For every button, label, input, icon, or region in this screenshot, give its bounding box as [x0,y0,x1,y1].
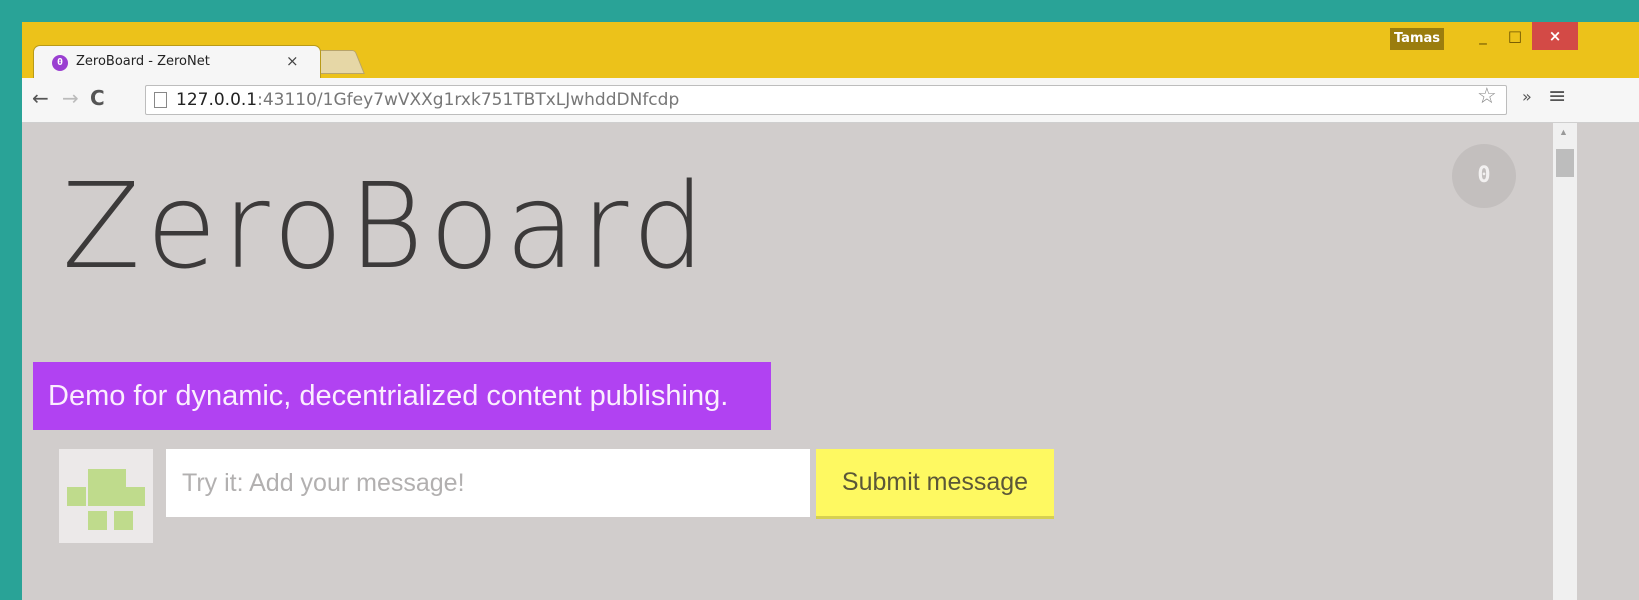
url-path: :43110/1Gfey7wVXXg1rxk751TBTxLJwhddDNfcd… [257,90,680,110]
zeronet-favicon-icon: 0 [52,55,68,71]
page-icon [154,92,167,108]
notification-counter[interactable]: 0 [1452,144,1516,208]
avatar-pixel [126,487,145,506]
tab-zeroboard[interactable]: 0 ZeroBoard - ZeroNet × [34,46,320,79]
forward-icon[interactable]: → [62,86,79,110]
avatar-pixel [114,511,133,530]
site-logo: ZeroBoard [62,157,711,295]
profile-button[interactable]: Tamas [1390,28,1444,50]
avatar-pixel [107,469,126,488]
tab-close-icon[interactable]: × [286,52,299,70]
site-tagline: Demo for dynamic, decentrialized content… [33,362,771,430]
tab-title: ZeroBoard - ZeroNet [76,54,210,69]
close-window-button[interactable]: × [1532,22,1578,50]
minimize-button[interactable]: _ [1468,22,1498,50]
scroll-up-arrow-icon[interactable]: ▲ [1559,127,1568,137]
avatar-pixel [88,511,107,530]
title-bar: 0 ZeroBoard - ZeroNet × Tamas _ □ × [22,22,1639,79]
browser-toolbar: ← → C 127.0.0.1:43110/1Gfey7wVXXg1rxk751… [22,78,1639,123]
submit-message-button[interactable]: Submit message [816,449,1054,519]
scroll-thumb[interactable] [1556,149,1574,177]
user-avatar [59,449,153,543]
browser-window: 0 ZeroBoard - ZeroNet × Tamas _ □ × ← → … [22,22,1639,600]
avatar-pixel [88,469,107,488]
reload-icon[interactable]: C [90,86,105,110]
avatar-pixel [107,487,126,506]
bookmark-star-icon[interactable]: ☆ [1477,84,1497,108]
back-icon[interactable]: ← [32,86,49,110]
avatar-pixel [88,487,107,506]
vertical-scrollbar[interactable]: ▲ [1553,123,1577,600]
avatar-pixel [67,487,86,506]
maximize-button[interactable]: □ [1500,22,1530,50]
message-input[interactable] [166,449,810,517]
url-text[interactable]: 127.0.0.1:43110/1Gfey7wVXXg1rxk751TBTxLJ… [176,90,679,110]
page-content: 0 ZeroBoard Demo for dynamic, decentrial… [22,123,1553,600]
url-host: 127.0.0.1 [176,90,258,110]
address-bar[interactable]: 127.0.0.1:43110/1Gfey7wVXXg1rxk751TBTxLJ… [145,85,1507,115]
extensions-chevron-icon[interactable]: » [1522,87,1532,106]
menu-icon[interactable]: ≡ [1548,85,1566,109]
